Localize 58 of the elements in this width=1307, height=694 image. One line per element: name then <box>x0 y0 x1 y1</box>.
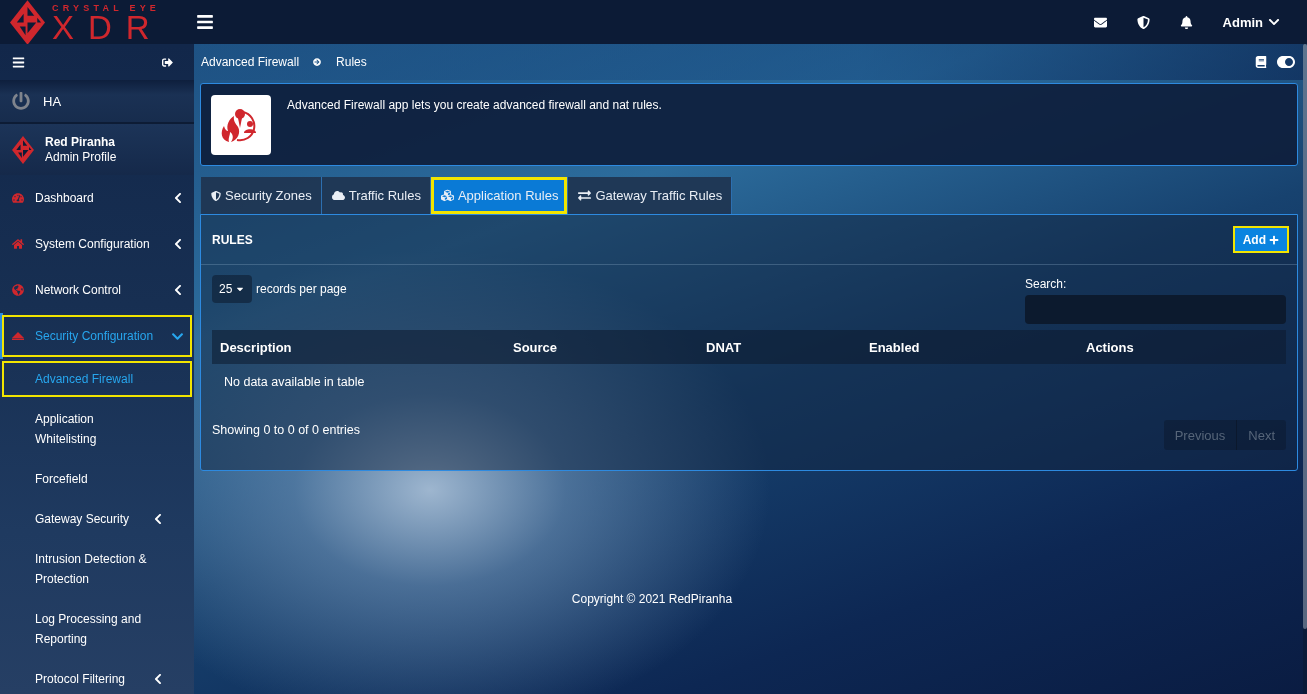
chevron-down-icon <box>1268 16 1280 28</box>
logo-tagline: CRYSTAL EYE <box>52 2 162 14</box>
copyright-text: Copyright © 2021 RedPiranha <box>571 592 733 606</box>
sidebar-subitem[interactable]: Advanced Firewall <box>0 359 194 399</box>
profile-name: Red Piranha <box>45 134 117 150</box>
sidebar-subitem[interactable]: Protocol Filtering <box>0 659 194 694</box>
sidebar-subitem[interactable]: Log Processing and Reporting <box>0 599 194 659</box>
tab[interactable]: Application Rules <box>430 177 569 214</box>
logo-wordmark: XDR <box>52 13 164 42</box>
entries-info: Showing 0 to 0 of 0 entries <box>212 423 360 437</box>
info-text: Advanced Firewall app lets you create advanced firewall and nat rules. <box>287 97 662 113</box>
profile-role: Admin Profile <box>45 149 117 165</box>
column-header[interactable]: DNAT <box>698 330 861 364</box>
bell-icon[interactable] <box>1179 15 1193 29</box>
tab[interactable]: Security Zones <box>201 177 322 214</box>
cubes-icon <box>440 189 454 202</box>
column-header[interactable]: Actions <box>1078 330 1286 364</box>
menu-icon[interactable] <box>196 13 214 31</box>
sidebar-item[interactable]: System Configuration <box>0 221 194 267</box>
house-icon <box>12 238 24 250</box>
breadcrumb-link[interactable]: Advanced Firewall <box>201 55 300 69</box>
plus-icon <box>1269 234 1279 245</box>
sidebar-subitem[interactable]: Forcefield <box>0 459 194 499</box>
logout-icon[interactable] <box>162 56 173 68</box>
column-header[interactable]: Description <box>212 330 505 364</box>
sidebar-subitem[interactable]: Application Whitelisting <box>0 399 194 459</box>
ha-label: HA <box>43 93 62 109</box>
tab[interactable]: Traffic Rules <box>321 177 431 214</box>
search-label: Search: <box>1025 277 1068 291</box>
column-header[interactable]: Source <box>505 330 698 364</box>
add-button[interactable]: Add <box>1232 226 1289 253</box>
triangle-icon <box>12 332 24 340</box>
page-size-select[interactable]: 25 <box>212 275 252 303</box>
globe-icon <box>12 284 24 296</box>
power-icon[interactable] <box>12 92 30 110</box>
sidebar-item[interactable]: Dashboard <box>0 175 194 221</box>
mail-icon[interactable] <box>1093 15 1107 29</box>
breadcrumb-current: Rules <box>336 55 367 69</box>
user-menu-button[interactable]: Admin <box>1222 14 1280 30</box>
sidebar-item[interactable]: Network Control <box>0 267 194 313</box>
tab[interactable]: Gateway Traffic Rules <box>568 177 733 214</box>
panel-title: RULES <box>212 232 253 247</box>
profile-logo-icon <box>12 135 34 164</box>
toggle-icon[interactable] <box>1277 53 1295 71</box>
sidebar-item[interactable]: Security Configuration <box>0 313 194 359</box>
menu-icon[interactable] <box>12 55 25 69</box>
empty-table-message: No data available in table <box>223 373 366 391</box>
sidebar-subitem[interactable]: Intrusion Detection & Protection <box>0 539 194 599</box>
shield-icon <box>211 190 221 201</box>
arrows-icon <box>578 189 592 202</box>
book-icon[interactable] <box>1255 56 1267 68</box>
column-header[interactable]: Enabled <box>861 330 1078 364</box>
page-size-label: records per page <box>256 282 347 296</box>
search-field[interactable] <box>1025 295 1286 324</box>
shield-icon[interactable] <box>1136 15 1150 29</box>
gauge-icon <box>12 192 24 204</box>
sidebar-subitem[interactable]: Gateway Security <box>0 499 194 539</box>
cloud-icon <box>331 189 345 202</box>
